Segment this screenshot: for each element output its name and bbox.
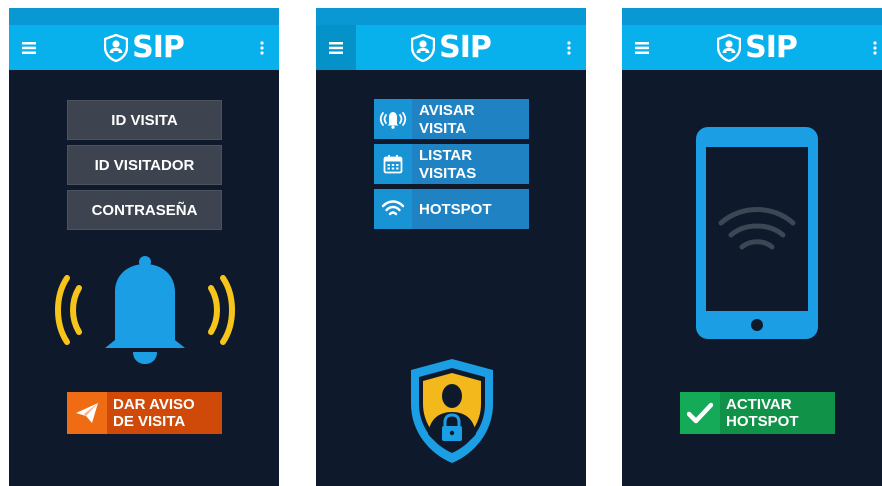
more-vert-icon (260, 40, 264, 55)
hamburger-menu-button[interactable] (622, 25, 662, 70)
password-button[interactable]: CONTRASEÑA (67, 190, 222, 230)
screen-hotspot: SIP ACTIVAR HOTSPOT (622, 8, 882, 486)
send-notice-line2: DE VISITA (113, 413, 186, 430)
shield-lock-icon (411, 359, 493, 463)
list-visits-line2: VISITAS (419, 165, 477, 182)
hamburger-menu-button[interactable] (9, 25, 49, 70)
menu-item-hotspot[interactable]: HOTSPOT (374, 189, 529, 229)
app-logo: SIP (411, 30, 492, 65)
check-icon (680, 392, 720, 434)
app-name: SIP (745, 30, 798, 65)
hamburger-icon (22, 41, 36, 54)
more-vert-icon (873, 40, 877, 55)
shield-user-icon (717, 33, 742, 62)
visitor-id-button[interactable]: ID VISITADOR (67, 145, 222, 185)
visit-id-button[interactable]: ID VISITA (67, 100, 222, 140)
more-vert-icon (567, 40, 571, 55)
menu-item-list-visits[interactable]: LISTAR VISITAS (374, 144, 529, 184)
app-logo: SIP (717, 30, 798, 65)
screen-visit-id: SIP ID VISITA ID VISITADOR CONTRASEÑA DA… (9, 8, 279, 486)
app-name: SIP (439, 30, 492, 65)
list-visits-line1: LISTAR (419, 147, 473, 164)
send-notice-line1: DAR AVISO (113, 396, 195, 413)
visit-id-label: ID VISITA (111, 111, 178, 129)
hamburger-icon (635, 41, 649, 54)
notify-visit-line1: AVISAR (419, 102, 475, 119)
ringing-bell-icon (55, 256, 235, 364)
overflow-menu-button[interactable] (255, 25, 269, 70)
calendar-icon (374, 144, 412, 184)
visitor-id-label: ID VISITADOR (94, 156, 195, 174)
hamburger-menu-button[interactable] (316, 25, 356, 70)
overflow-menu-button[interactable] (562, 25, 576, 70)
bell-ring-icon (374, 99, 412, 139)
menu-item-notify-visit[interactable]: AVISAR VISITA (374, 99, 529, 139)
activate-hotspot-line1: ACTIVAR (726, 396, 792, 413)
shield-user-illustration (408, 356, 496, 471)
app-bar: SIP (622, 25, 882, 70)
notify-visit-line2: VISITA (419, 120, 467, 137)
activate-hotspot-line2: HOTSPOT (726, 413, 799, 430)
shield-user-icon (104, 33, 129, 62)
overflow-menu-button[interactable] (868, 25, 882, 70)
hamburger-icon (329, 41, 343, 54)
app-bar: SIP (9, 25, 279, 70)
password-label: CONTRASEÑA (91, 201, 198, 219)
app-name: SIP (132, 30, 185, 65)
smartphone-wifi-illustration (694, 125, 820, 346)
wifi-icon (374, 189, 412, 229)
status-bar (9, 8, 279, 25)
paper-plane-icon (67, 392, 107, 434)
shield-user-icon (411, 33, 436, 62)
app-bar: SIP (316, 25, 586, 70)
send-visit-notice-button[interactable]: DAR AVISO DE VISITA (67, 392, 222, 434)
status-bar (316, 8, 586, 25)
screen-menu: SIP AVISAR VISITA LISTAR VISITAS HOTSPOT (316, 8, 586, 486)
status-bar (622, 8, 882, 25)
bell-illustration (45, 256, 245, 371)
hotspot-label: HOTSPOT (419, 201, 492, 218)
smartphone-wifi-icon (696, 127, 818, 339)
activate-hotspot-button[interactable]: ACTIVAR HOTSPOT (680, 392, 835, 434)
app-logo: SIP (104, 30, 185, 65)
